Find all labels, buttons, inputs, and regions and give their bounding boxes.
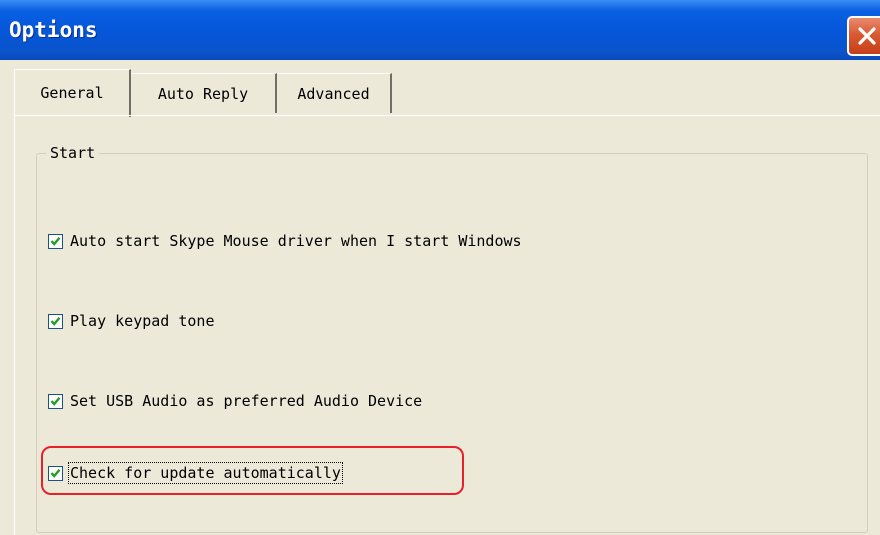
- tab-advanced[interactable]: Advanced: [277, 73, 392, 113]
- auto-start-label: Auto start Skype Mouse driver when I sta…: [70, 232, 522, 250]
- highlight-annotation: [41, 446, 464, 495]
- tab-auto-reply-label: Auto Reply: [157, 85, 249, 103]
- keypad-tone-label: Play keypad tone: [70, 312, 215, 330]
- tab-general-label: General: [40, 84, 104, 102]
- tab-auto-reply[interactable]: Auto Reply: [131, 73, 277, 113]
- close-button[interactable]: [847, 16, 880, 56]
- option-play-keypad-tone[interactable]: Play keypad tone: [48, 310, 215, 332]
- checkmark-icon: [50, 316, 61, 326]
- checkmark-icon: [50, 396, 61, 406]
- close-icon: [858, 27, 876, 45]
- keypad-tone-checkbox[interactable]: [48, 313, 63, 329]
- title-bar[interactable]: Options: [0, 0, 880, 60]
- auto-start-checkbox[interactable]: [48, 233, 63, 249]
- start-group-label: Start: [46, 143, 100, 163]
- usb-audio-checkbox[interactable]: [48, 393, 63, 409]
- tab-general[interactable]: General: [14, 69, 131, 117]
- tab-advanced-label: Advanced: [297, 85, 370, 103]
- option-usb-audio-preferred[interactable]: Set USB Audio as preferred Audio Device: [48, 390, 422, 412]
- usb-audio-label: Set USB Audio as preferred Audio Device: [70, 392, 423, 410]
- option-auto-start-driver[interactable]: Auto start Skype Mouse driver when I sta…: [48, 230, 522, 252]
- window-title: Options: [9, 18, 98, 42]
- checkmark-icon: [50, 236, 61, 246]
